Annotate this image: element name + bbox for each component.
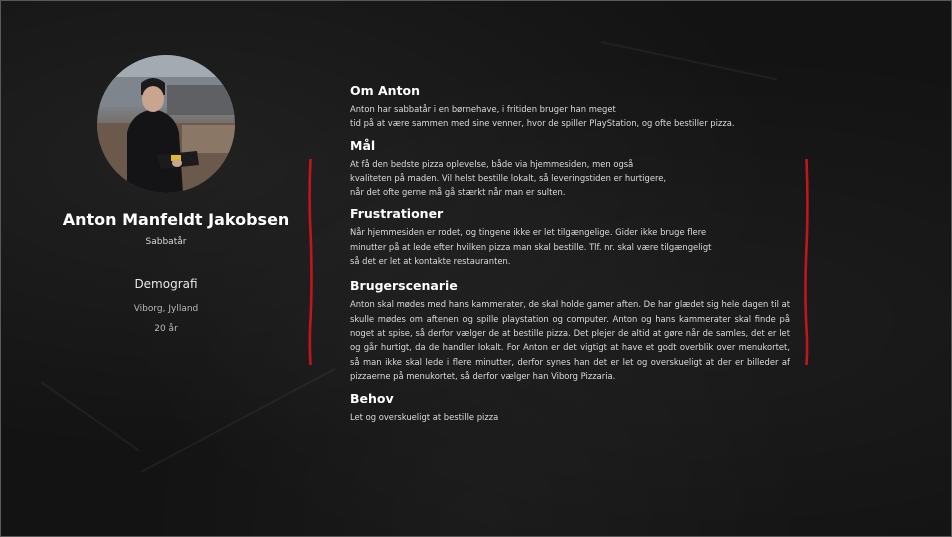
text-line: Let og overskueligt at bestille pizza (350, 412, 499, 423)
text-line: Anton har sabbatår i en børnehave, i fri… (350, 104, 616, 114)
section-needs: Behov Let og overskueligt at bestille pi… (350, 391, 790, 424)
section-text: Anton har sabbatår i en børnehave, i fri… (350, 102, 790, 131)
profile-photo (97, 55, 235, 193)
section-about: Om Anton Anton har sabbatår i en børneha… (350, 83, 790, 131)
text-line: kvaliteten på maden. Vil helst bestille … (350, 172, 667, 183)
section-goals: Mål At få den bedste pizza oplevelse, bå… (350, 138, 790, 200)
persona-role: Sabbatår (145, 237, 187, 247)
section-text: Anton skal mødes med hans kammerater, de… (350, 299, 790, 381)
person-photo-illustration (97, 55, 235, 193)
section-title: Mål (350, 137, 376, 153)
chalk-scratch (600, 41, 778, 81)
persona-name: Anton Manfeldt Jakobsen (62, 210, 290, 229)
persona-slide: Anton Manfeldt Jakobsen Sabbatår Demogra… (0, 0, 952, 537)
demographics-title: Demografi (134, 277, 198, 291)
section-text: Let og overskueligt at bestille pizza (350, 410, 790, 424)
section-title: Frustrationer (350, 206, 444, 222)
text-line: minutter på at lede efter hvilken pizza … (350, 241, 712, 252)
section-text: At få den bedste pizza oplevelse, både v… (350, 157, 790, 200)
section-scenario: Brugerscenarie Anton skal mødes med hans… (350, 278, 790, 383)
demographics-age: 20 år (154, 324, 178, 334)
chalk-scratch (40, 381, 140, 452)
persona-content: Om Anton Anton har sabbatår i en børneha… (350, 83, 790, 424)
text-line: tid på at være sammen med sine venner, h… (350, 118, 735, 129)
red-divider-right (804, 159, 809, 365)
text-line: så det er let at kontakte restauranten. (350, 256, 511, 267)
section-title: Brugerscenarie (350, 278, 458, 294)
text-line: Når hjemmesiden er rodet, og tingene ikk… (350, 227, 707, 238)
text-line: når det ofte gerne må gå stærkt når man … (350, 187, 566, 198)
section-text: Når hjemmesiden er rodet, og tingene ikk… (350, 225, 790, 268)
section-frustrations: Frustrationer Når hjemmesiden er rodet, … (350, 206, 790, 268)
section-title: Om Anton (350, 83, 421, 98)
chalk-scratch (140, 367, 336, 473)
demographics-location: Viborg, Jylland (133, 304, 199, 314)
section-title: Behov (350, 391, 394, 407)
text-line: At få den bedste pizza oplevelse, både v… (350, 158, 634, 169)
red-divider-left (308, 159, 313, 365)
